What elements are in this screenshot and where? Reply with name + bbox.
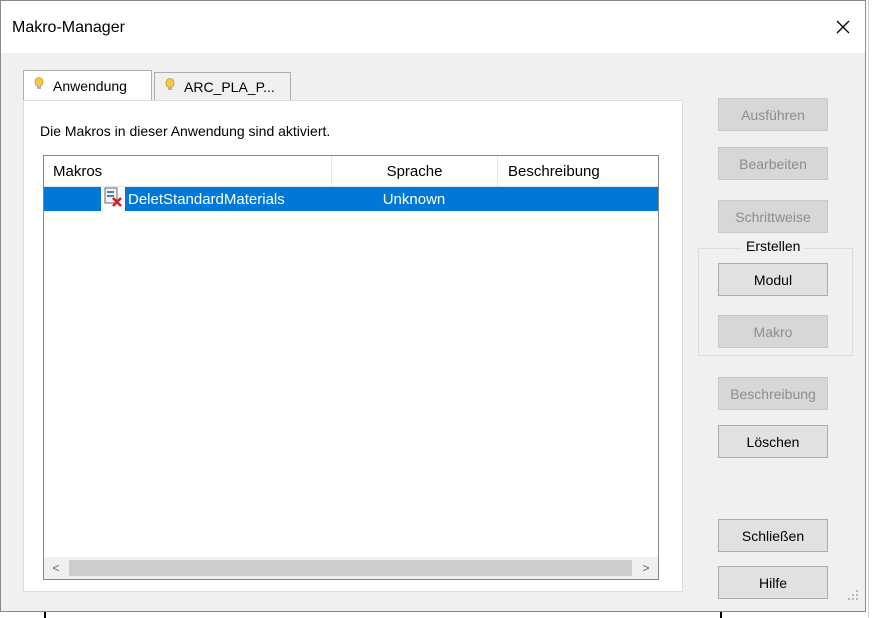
create-group-label: Erstellen (742, 238, 805, 254)
scroll-thumb[interactable] (69, 560, 632, 576)
close-icon[interactable] (825, 7, 861, 47)
help-button[interactable]: Hilfe (718, 566, 828, 599)
lightbulb-icon (165, 78, 175, 95)
horizontal-scrollbar[interactable]: < > (44, 557, 658, 579)
lightbulb-icon (34, 77, 44, 94)
macro-manager-dialog: Makro-Manager Anwendung ARC_PLA_P... Die… (0, 0, 866, 612)
background-line (720, 612, 722, 618)
table-row[interactable]: DeletStandardMaterials Unknown (44, 187, 658, 211)
macro-error-icon (102, 186, 124, 212)
close-button[interactable]: Schließen (718, 519, 828, 552)
column-header-makros[interactable]: Makros (44, 156, 331, 186)
list-header: Makros Sprache Beschreibung (44, 156, 658, 187)
status-message: Die Makros in dieser Anwendung sind akti… (40, 123, 331, 139)
delete-button[interactable]: Löschen (718, 425, 828, 458)
column-header-sprache[interactable]: Sprache (331, 156, 497, 186)
tab-anwendung[interactable]: Anwendung (23, 70, 152, 100)
macro-button[interactable]: Makro (718, 315, 828, 348)
title-bar: Makro-Manager (1, 1, 865, 53)
tab-arc-pla[interactable]: ARC_PLA_P... (154, 72, 291, 100)
macro-icon-cell (101, 187, 125, 211)
scroll-left-icon[interactable]: < (44, 557, 68, 579)
window-title: Makro-Manager (12, 19, 125, 36)
background-line (868, 0, 869, 618)
macro-language: Unknown (382, 190, 446, 208)
module-button[interactable]: Modul (718, 263, 828, 296)
tab-panel: Die Makros in dieser Anwendung sind akti… (23, 100, 683, 592)
resize-grip-icon[interactable] (847, 588, 859, 605)
run-button[interactable]: Ausführen (718, 98, 828, 131)
description-button[interactable]: Beschreibung (718, 377, 828, 410)
macro-name: DeletStandardMaterials (128, 190, 285, 208)
tab-label: ARC_PLA_P... (184, 78, 275, 95)
step-button[interactable]: Schrittweise (718, 200, 828, 233)
scroll-right-icon[interactable]: > (634, 557, 658, 579)
macro-list[interactable]: Makros Sprache Beschreibung DeletStandar… (43, 155, 659, 580)
edit-button[interactable]: Bearbeiten (718, 147, 828, 180)
background-line (44, 612, 46, 618)
tab-label: Anwendung (53, 77, 127, 94)
column-header-beschreibung[interactable]: Beschreibung (497, 156, 658, 186)
